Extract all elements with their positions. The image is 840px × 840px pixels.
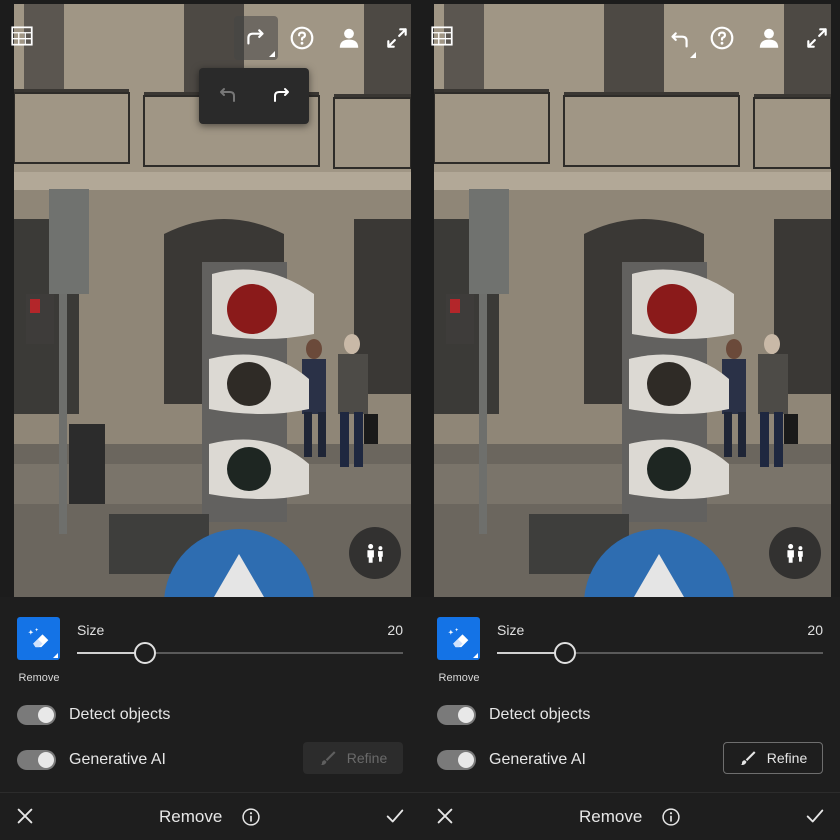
footer-bar: Remove — [0, 792, 420, 840]
generative-ai-toggle[interactable] — [17, 750, 56, 770]
toggle-knob — [38, 707, 54, 723]
size-slider-thumb[interactable] — [554, 642, 576, 664]
undo-icon — [215, 84, 239, 108]
submenu-indicator — [473, 653, 478, 658]
detect-objects-label: Detect objects — [489, 706, 590, 724]
eraser-sparkle-icon — [445, 625, 473, 653]
size-slider[interactable] — [497, 652, 823, 654]
detect-objects-label: Detect objects — [69, 706, 170, 724]
size-value: 20 — [807, 622, 823, 638]
redo-icon-svg — [243, 25, 269, 51]
help-icon[interactable] — [285, 21, 319, 55]
footer-title-row: Remove — [0, 806, 420, 827]
footer-title-row: Remove — [420, 806, 840, 827]
toggle-knob — [458, 707, 474, 723]
check-icon[interactable] — [804, 805, 826, 827]
footer-title: Remove — [159, 807, 222, 827]
screen-left: Remove Size 20 Detect objects Generative… — [0, 0, 420, 840]
footer-bar: Remove — [420, 792, 840, 840]
tool-label: Remove — [10, 672, 68, 684]
eraser-sparkle-icon — [25, 625, 53, 653]
check-icon[interactable] — [384, 805, 406, 827]
tool-panel: Remove Size 20 Detect objects Generative… — [420, 597, 840, 792]
grid-icon[interactable] — [428, 22, 456, 50]
expand-icon-svg — [804, 25, 830, 51]
undo-redo-popover — [199, 68, 309, 124]
grid-icon-svg — [429, 23, 455, 49]
help-icon[interactable] — [705, 21, 739, 55]
refine-button[interactable]: Refine — [303, 742, 403, 774]
size-slider-thumb[interactable] — [134, 642, 156, 664]
grid-icon-svg — [9, 23, 35, 49]
info-icon[interactable] — [661, 807, 681, 827]
info-icon[interactable] — [241, 807, 261, 827]
expand-icon-svg — [384, 25, 410, 51]
detect-objects-toggle[interactable] — [437, 705, 476, 725]
profile-icon-svg — [756, 25, 782, 51]
undo-icon-svg — [666, 28, 692, 54]
size-label: Size — [77, 622, 104, 638]
profile-icon-svg — [336, 25, 362, 51]
remove-tool-button[interactable] — [437, 617, 480, 660]
undo-button[interactable] — [207, 76, 247, 116]
size-label: Size — [497, 622, 524, 638]
profile-icon[interactable] — [332, 21, 366, 55]
refine-label: Refine — [767, 750, 807, 766]
grid-icon[interactable] — [8, 22, 36, 50]
redo-button[interactable] — [262, 76, 302, 116]
undo-icon[interactable] — [659, 21, 699, 61]
tool-panel: Remove Size 20 Detect objects Generative… — [0, 597, 420, 792]
street-photo — [434, 4, 831, 597]
brush-icon — [319, 749, 337, 767]
remove-tool-button[interactable] — [17, 617, 60, 660]
detect-objects-toggle[interactable] — [17, 705, 56, 725]
redo-icon — [270, 84, 294, 108]
footer-title: Remove — [579, 807, 642, 827]
expand-icon[interactable] — [800, 21, 834, 55]
photo-canvas[interactable] — [434, 4, 831, 597]
comparison-screens: Remove Size 20 Detect objects Generative… — [0, 0, 840, 840]
help-icon-svg — [709, 25, 735, 51]
brush-icon — [739, 749, 757, 767]
tool-label: Remove — [430, 672, 488, 684]
generative-ai-label: Generative AI — [69, 751, 166, 769]
toggle-knob — [458, 752, 474, 768]
people-icon — [362, 540, 388, 566]
remove-people-button[interactable] — [769, 527, 821, 579]
submenu-indicator — [269, 51, 275, 57]
expand-icon[interactable] — [380, 21, 414, 55]
redo-icon[interactable] — [234, 16, 278, 60]
submenu-indicator — [690, 52, 696, 58]
screen-right: Remove Size 20 Detect objects Generative… — [420, 0, 840, 840]
toggle-knob — [38, 752, 54, 768]
generative-ai-toggle[interactable] — [437, 750, 476, 770]
size-value: 20 — [387, 622, 403, 638]
profile-icon[interactable] — [752, 21, 786, 55]
refine-button[interactable]: Refine — [723, 742, 823, 774]
remove-people-button[interactable] — [349, 527, 401, 579]
size-slider[interactable] — [77, 652, 403, 654]
generative-ai-label: Generative AI — [489, 751, 586, 769]
submenu-indicator — [53, 653, 58, 658]
people-icon — [782, 540, 808, 566]
refine-label: Refine — [347, 750, 387, 766]
help-icon-svg — [289, 25, 315, 51]
